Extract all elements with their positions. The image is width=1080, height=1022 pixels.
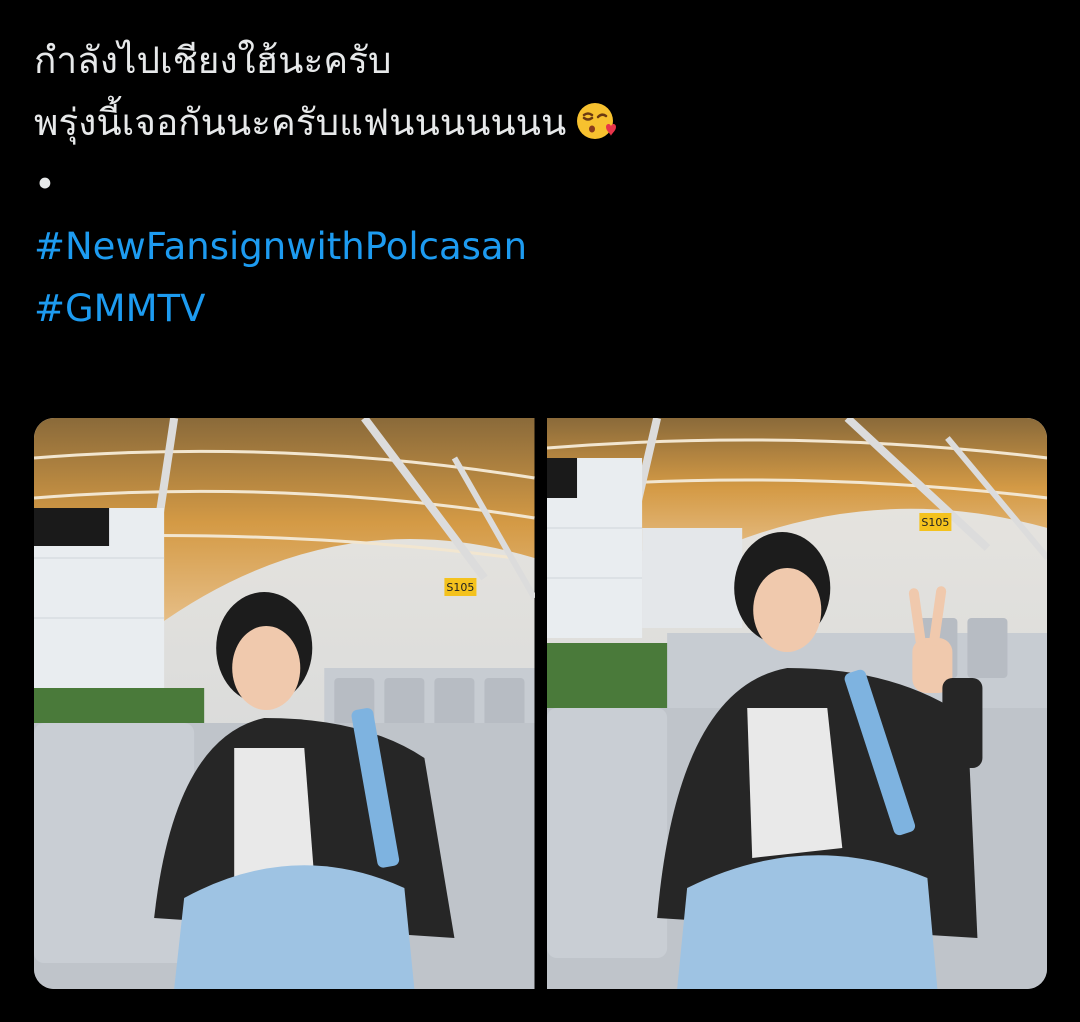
photo-2-image: S105 xyxy=(546,418,1047,989)
photo-2-sign-label: S105 xyxy=(921,516,949,529)
hashtag-link-newfansign[interactable]: #NewFansignwithPolcasan xyxy=(34,216,1044,278)
tweet-text: กำลังไปเชียงใฮ้นะครับ พรุ่งนี้เจอกันนะคร… xyxy=(34,30,1044,340)
photo-1-image: S105 xyxy=(34,418,535,989)
tweet-line-1: กำลังไปเชียงใฮ้นะครับ xyxy=(34,39,392,82)
tweet-line-bullet: • xyxy=(34,163,56,206)
photo-1-sign-label: S105 xyxy=(446,581,474,594)
photo-1[interactable]: S105 xyxy=(34,418,535,989)
hashtag-link-gmmtv[interactable]: #GMMTV xyxy=(34,278,1044,340)
photo-2[interactable]: S105 xyxy=(546,418,1047,989)
tweet-line-2: พรุ่งนี้เจอกันนะครับแฟนนนนนนน xyxy=(34,92,1044,154)
kiss-emoji-icon xyxy=(576,98,617,139)
tweet-line-2-text: พรุ่งนี้เจอกันนะครับแฟนนนนนนน xyxy=(34,101,567,144)
media-grid: S105 S105 xyxy=(34,418,1047,989)
